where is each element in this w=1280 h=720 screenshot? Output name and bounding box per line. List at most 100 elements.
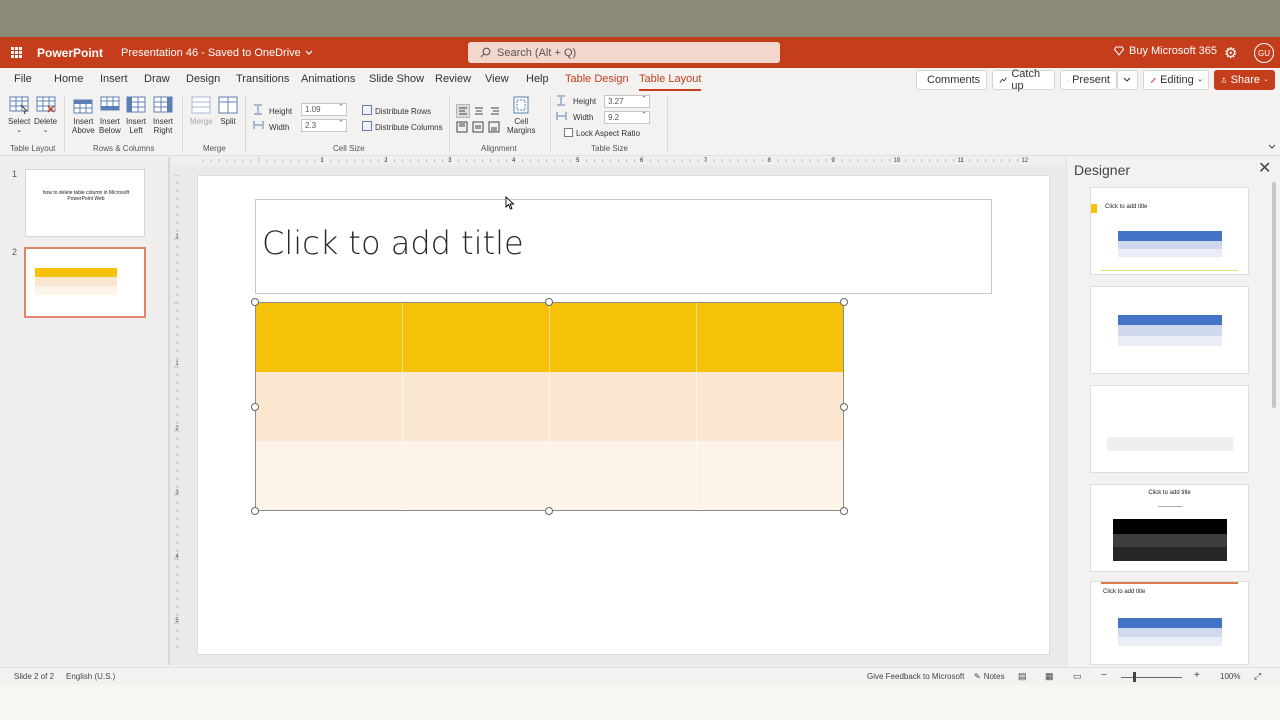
- lock-aspect-ratio-checkbox[interactable]: [564, 128, 573, 137]
- insert-above-button[interactable]: Insert Above: [72, 96, 95, 135]
- reading-view-icon[interactable]: ▭: [1073, 671, 1082, 682]
- tab-review[interactable]: Review: [435, 73, 471, 85]
- slide-sorter-icon[interactable]: ▦: [1045, 671, 1054, 682]
- tab-table-design[interactable]: Table Design: [565, 73, 629, 85]
- merge-button[interactable]: Merge: [190, 96, 213, 126]
- table-width-input[interactable]: 9.2: [604, 110, 650, 124]
- align-left-button[interactable]: [456, 104, 470, 118]
- tab-transitions[interactable]: Transitions: [236, 73, 289, 85]
- resize-handle-bottom-right[interactable]: [840, 507, 848, 515]
- app-name[interactable]: PowerPoint: [37, 46, 103, 60]
- select-button[interactable]: Select ⌄: [8, 96, 30, 135]
- buy-microsoft-365-button[interactable]: Buy Microsoft 365: [1114, 45, 1217, 57]
- align-top-icon[interactable]: [456, 121, 468, 133]
- resize-handle-top-left[interactable]: [251, 298, 259, 306]
- table-cell[interactable]: [401, 372, 550, 441]
- align-middle-icon[interactable]: [472, 121, 484, 133]
- tab-help[interactable]: Help: [526, 73, 549, 85]
- tab-home[interactable]: Home: [54, 73, 83, 85]
- tab-view[interactable]: View: [485, 73, 509, 85]
- table-cell[interactable]: [401, 302, 550, 372]
- ribbon-tabs: File Home Insert Draw Design Transitions…: [0, 68, 1280, 92]
- insert-left-button[interactable]: Insert Left: [126, 96, 146, 135]
- app-launcher-button[interactable]: [1, 37, 31, 68]
- slide-thumbnail-1[interactable]: how to delete table column in Microsoft …: [25, 169, 145, 237]
- table-cell[interactable]: [696, 302, 844, 372]
- resize-handle-left[interactable]: [251, 403, 259, 411]
- search-box[interactable]: Search (Alt + Q): [468, 42, 780, 63]
- insert-right-button[interactable]: Insert Right: [153, 96, 173, 135]
- resize-handle-bottom[interactable]: [545, 507, 553, 515]
- notes-button[interactable]: ✎ Notes: [974, 672, 1005, 681]
- table-cell[interactable]: [696, 441, 844, 511]
- insert-left-icon: [126, 96, 146, 113]
- tab-slide-show[interactable]: Slide Show: [369, 73, 424, 85]
- comments-button[interactable]: Comments: [916, 70, 987, 90]
- cell-height-input[interactable]: 1.09: [301, 102, 347, 116]
- fit-to-window-icon[interactable]: ⤢: [1254, 671, 1261, 682]
- present-options-dropdown[interactable]: [1117, 70, 1138, 90]
- language-indicator[interactable]: English (U.S.): [66, 672, 115, 681]
- design-idea-card[interactable]: [1090, 286, 1249, 374]
- table-cell[interactable]: [401, 441, 550, 511]
- zoom-out-button[interactable]: −: [1101, 670, 1107, 681]
- table-cell[interactable]: [548, 372, 697, 441]
- table-cell[interactable]: [548, 441, 697, 511]
- designer-scrollbar[interactable]: [1272, 182, 1276, 408]
- slide-thumbnail-2[interactable]: [24, 247, 146, 318]
- table-height-input[interactable]: 3.27: [604, 94, 650, 108]
- lock-aspect-ratio-label: Lock Aspect Ratio: [576, 129, 641, 138]
- tab-draw[interactable]: Draw: [144, 73, 170, 85]
- align-center-icon[interactable]: [473, 105, 485, 117]
- editing-mode-button[interactable]: Editing: [1143, 70, 1209, 90]
- slide-table[interactable]: [255, 302, 844, 511]
- table-cell[interactable]: [255, 372, 403, 441]
- resize-handle-right[interactable]: [840, 403, 848, 411]
- insert-below-button[interactable]: Insert Below: [99, 96, 121, 135]
- resize-handle-top[interactable]: [545, 298, 553, 306]
- tab-file[interactable]: File: [14, 73, 32, 85]
- vertical-ruler: 112345: [174, 175, 179, 648]
- design-idea-card[interactable]: Click to add title: [1090, 581, 1249, 665]
- row-height-icon: [254, 104, 262, 115]
- tab-insert[interactable]: Insert: [100, 73, 128, 85]
- table-cell[interactable]: [255, 302, 403, 372]
- distribute-rows-button[interactable]: Distribute Rows: [375, 107, 431, 116]
- cell-margins-button[interactable]: Cell Margins: [507, 96, 535, 135]
- align-bottom-icon[interactable]: [488, 121, 500, 133]
- design-idea-card[interactable]: Click to add title: [1090, 484, 1249, 572]
- zoom-in-button[interactable]: +: [1194, 670, 1200, 681]
- document-name[interactable]: Presentation 46 - Saved to OneDrive: [121, 47, 313, 59]
- ruler-label: 3: [448, 158, 452, 164]
- present-button[interactable]: Present: [1060, 70, 1117, 90]
- resize-handle-top-right[interactable]: [840, 298, 848, 306]
- align-right-icon[interactable]: [489, 105, 501, 117]
- zoom-slider-thumb[interactable]: [1133, 672, 1136, 682]
- window-bottom-band: [0, 685, 1280, 720]
- feedback-link[interactable]: Give Feedback to Microsoft: [867, 672, 964, 681]
- design-idea-card[interactable]: Click to add title: [1090, 187, 1249, 275]
- table-cell[interactable]: [548, 302, 697, 372]
- delete-button[interactable]: Delete ⌄: [34, 96, 57, 135]
- tab-table-layout[interactable]: Table Layout: [639, 73, 702, 91]
- table-cell[interactable]: [696, 372, 844, 441]
- catch-up-button[interactable]: Catch up: [992, 68, 1055, 92]
- distribute-columns-button[interactable]: Distribute Columns: [375, 123, 443, 132]
- split-button[interactable]: Split: [218, 96, 238, 126]
- resize-handle-bottom-left[interactable]: [251, 507, 259, 515]
- tab-animations[interactable]: Animations: [301, 73, 355, 85]
- gear-icon[interactable]: ⚙: [1224, 44, 1237, 62]
- close-icon[interactable]: ✕: [1258, 158, 1271, 178]
- ribbon-divider: [64, 96, 65, 152]
- share-button[interactable]: Share: [1214, 70, 1275, 90]
- cell-width-input[interactable]: 2.3: [301, 118, 347, 132]
- design-idea-card[interactable]: [1090, 385, 1249, 473]
- avatar[interactable]: GU: [1254, 43, 1274, 63]
- collapse-ribbon-icon[interactable]: [1268, 144, 1276, 150]
- normal-view-icon[interactable]: ▤: [1018, 671, 1027, 682]
- zoom-slider[interactable]: [1121, 677, 1182, 678]
- tab-design[interactable]: Design: [186, 73, 220, 85]
- select-label: Select: [8, 117, 31, 126]
- table-cell[interactable]: [255, 441, 403, 511]
- zoom-level[interactable]: 100%: [1220, 672, 1240, 681]
